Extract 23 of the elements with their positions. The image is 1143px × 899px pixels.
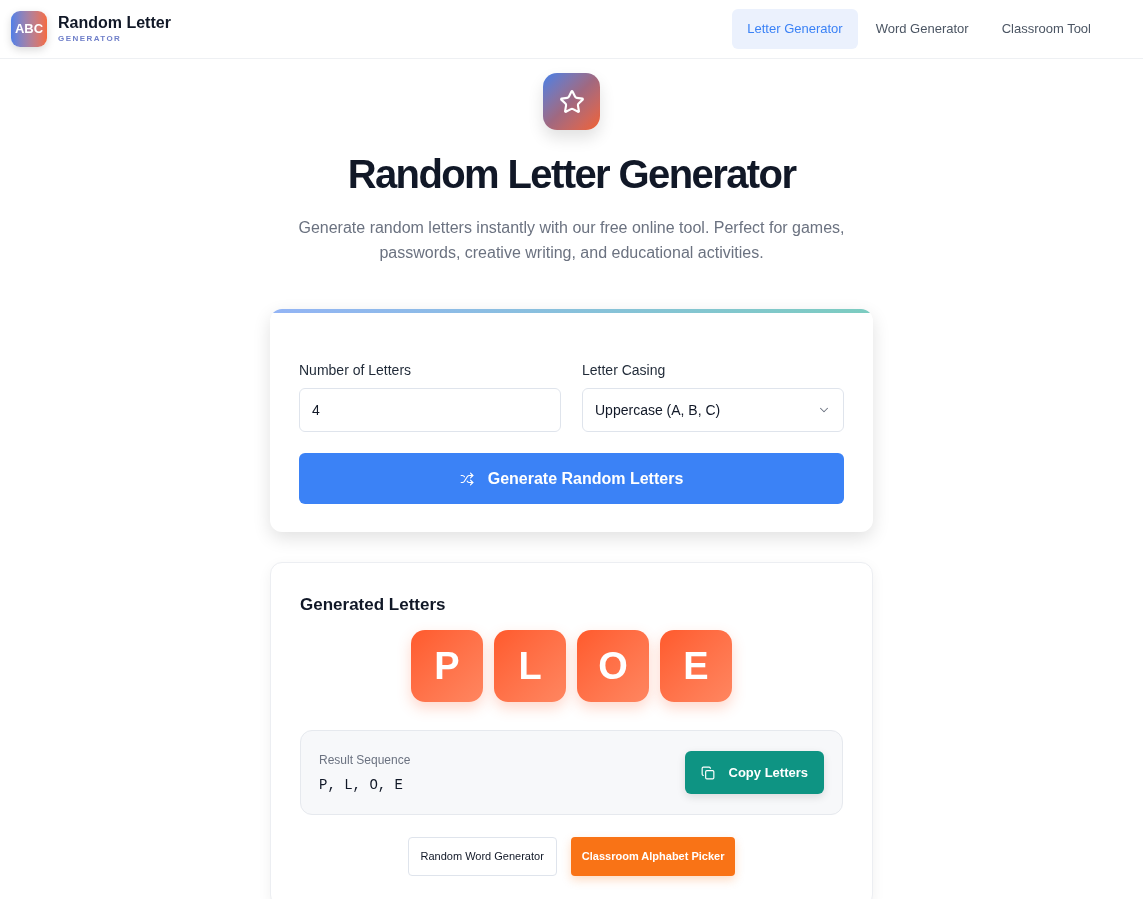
- letter-tile: L: [494, 630, 566, 702]
- letter-tile: E: [660, 630, 732, 702]
- nav-tab[interactable]: Classroom Tool: [986, 9, 1106, 49]
- letter-tile: O: [577, 630, 649, 702]
- field-label: Number of Letters: [299, 361, 413, 379]
- nav-tab[interactable]: Word Generator: [860, 9, 984, 49]
- page-description: Generate random letters instantly with our free online tool. Perfect for games, passwords, creative writing, and educational activities.: [297, 218, 846, 263]
- results-title: Generated Letters: [300, 594, 447, 616]
- generate-button[interactable]: Generate Random Letters: [299, 453, 844, 504]
- casing-select[interactable]: Uppercase (A, B, C): [582, 388, 844, 432]
- number-field[interactable]: 4: [299, 388, 561, 432]
- logo-title: Random Letter: [58, 13, 171, 33]
- copy-icon: [700, 765, 715, 780]
- logo-icon: ABC: [11, 11, 47, 47]
- shuffle-icon: [459, 471, 474, 486]
- page-title: Random Letter Generator: [347, 151, 796, 198]
- sequence-label: Result Sequence: [319, 751, 411, 768]
- field-label: Letter Casing: [582, 361, 667, 379]
- copy-button[interactable]: Copy Letters: [684, 751, 824, 794]
- sequence-value: P, L, O, E: [319, 775, 404, 794]
- link-button[interactable]: Random Word Generator: [407, 837, 557, 876]
- letter-tile: P: [411, 630, 483, 702]
- logo-subtitle: GENERATOR: [58, 33, 123, 45]
